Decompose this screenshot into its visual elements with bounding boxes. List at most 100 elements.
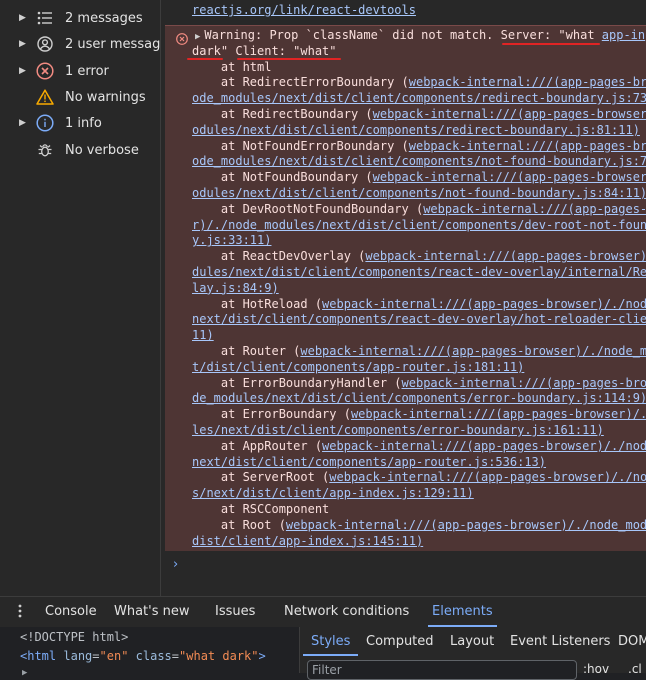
stack-frame-line: at NotFoundBoundary (webpack-internal://… [192,170,646,186]
source-link[interactable]: ode_modules/next/dist/client/components/… [192,154,646,168]
source-link[interactable]: lay.js:84:9) [192,281,279,295]
source-link[interactable]: webpack-internal:///(app-pages-browser)/… [300,344,646,358]
source-link[interactable]: webpack-internal:///(app-pages-browser)/… [286,518,646,532]
expand-arrow-icon[interactable]: ▶ [19,66,26,76]
source-link[interactable]: dules/next/dist/client/components/react-… [192,265,646,279]
line-text: at Router ( [192,344,301,358]
tab-network-conditions[interactable]: Network conditions [284,597,409,627]
source-link[interactable]: next/dist/client/components/react-dev-ov… [192,312,646,326]
stack-frame-line: ode_modules/next/dist/client/components/… [192,91,646,107]
dom-tag-name: html [27,649,57,663]
source-link[interactable]: webpack-internal:///(app-pages-browser) [365,249,646,263]
source-link[interactable]: webpack-internal:///(app-pages-browser)/… [322,439,646,453]
class-toggle[interactable]: .cl [628,662,642,676]
tab-issues[interactable]: Issues [215,597,255,627]
sidebar-item-verbose[interactable]: No verbose [0,137,160,163]
stack-frame-line: dist/client/app-index.js:145:11) [192,534,423,550]
source-link[interactable]: y.js:33:11) [192,233,271,247]
stack-frame-line: odules/next/dist/client/components/not-f… [192,186,646,202]
hover-state-toggle[interactable]: :hov [583,662,609,676]
source-link[interactable]: next/dist/client/components/app-router.j… [192,455,546,469]
red-annotation-underline [502,43,600,45]
stack-frame-line: at Root (webpack-internal:///(app-pages-… [192,518,646,534]
stack-frame-line: s/next/dist/client/app-index.js:129:11) [192,486,474,502]
source-link[interactable]: dist/client/app-index.js:145:11) [192,534,423,548]
stack-frame-line: odules/next/dist/client/components/redir… [192,123,640,139]
source-link[interactable]: t/dist/client/components/app-router.js:1… [192,360,524,374]
bug-icon [36,141,54,159]
info-icon [36,114,54,132]
line-text: at RedirectBoundary ( [192,107,373,121]
source-link[interactable]: webpack-internal:///(app-pages-bro [402,376,646,390]
warning-triangle-icon [36,88,54,106]
console-output: reactjs.org/link/react-devtools ▶ Warning… [161,0,646,596]
source-link[interactable]: webpack-internal:///(app-pages-browser [373,170,646,184]
dom-html-node[interactable]: <html lang="en" class="what dark"> [20,649,266,663]
tab-elements[interactable]: Elements [428,597,497,627]
tab-dom[interactable]: DOM [618,627,646,656]
stack-frame-line: y.js:33:11) [192,233,271,249]
stack-frame-line: ode_modules/next/dist/client/components/… [192,154,646,170]
more-menu-icon[interactable] [18,603,22,623]
red-annotation-underline [237,58,341,60]
error-message: ▶ Warning: Prop `className` did not match… [165,25,646,551]
source-link[interactable]: r)/./node_modules/next/dist/client/compo… [192,218,646,232]
dom-expand-arrow-icon[interactable]: ▶ [22,668,27,678]
source-link[interactable]: odules/next/dist/client/components/redir… [192,123,640,137]
line-text: at Root ( [192,517,286,532]
source-link[interactable]: les/next/dist/client/components/error-bo… [192,423,604,437]
line-text: at NotFoundErrorBoundary ( [192,138,409,153]
stack-frame-line: next/dist/client/components/react-dev-ov… [192,312,646,328]
source-link[interactable]: app-in [602,28,645,42]
sidebar-item-info[interactable]: ▶ 1 info [0,110,160,136]
styles-filter-input[interactable]: Filter [307,660,577,680]
source-link[interactable]: webpack-internal:///(app-pages-br [409,75,646,89]
stack-frame-line: at NotFoundErrorBoundary (webpack-intern… [192,139,646,155]
line-text: at AppRouter ( [192,438,323,453]
line-text: at RedirectErrorBoundary ( [192,75,409,90]
drawer-tabbar: Console What's new Issues Network condit… [0,596,646,628]
expand-arrow-icon[interactable]: ▶ [19,13,26,23]
tab-event-listeners[interactable]: Event Listeners [510,627,610,656]
source-link[interactable]: odules/next/dist/client/components/not-f… [192,186,646,200]
source-link[interactable]: webpack-internal:///(app-pages- [423,202,646,216]
line-text: at NotFoundBoundary ( [192,170,373,185]
sidebar-item-errors[interactable]: ▶ 1 error [0,58,160,84]
stack-frame-line: dules/next/dist/client/components/react-… [192,265,646,281]
stack-frame-line: next/dist/client/components/app-router.j… [192,455,546,471]
stack-frame-line: at ErrorBoundaryHandler (webpack-interna… [192,376,646,392]
source-link[interactable]: 11) [192,328,214,342]
line-text: at HotReload ( [192,296,323,311]
dom-doctype[interactable]: <!DOCTYPE html> [20,630,128,644]
stack-frame-line: r)/./node_modules/next/dist/client/compo… [192,218,646,234]
sidebar-item-user-messages[interactable]: ▶ 2 user messag... [0,31,160,57]
tab-computed[interactable]: Computed [366,627,434,656]
source-link[interactable]: webpack-internal:///(app-pages-browser)/… [322,297,646,311]
expand-caret-icon[interactable]: ▶ [195,32,200,42]
source-link[interactable]: de_modules/next/dist/client/components/e… [192,391,646,405]
line-text: at ReactDevOverlay ( [192,249,366,264]
expand-arrow-icon[interactable]: ▶ [19,118,26,128]
sidebar-item-label: 2 user messag... [65,36,160,52]
user-circle-icon [36,35,54,53]
source-link[interactable]: webpack-internal:///(app-pages-browser)/… [351,407,646,421]
sidebar-item-label: 1 error [65,63,109,79]
stack-frame-line: lay.js:84:9) [192,281,279,297]
sidebar-item-messages[interactable]: ▶ 2 messages [0,5,160,31]
react-devtools-link[interactable]: reactjs.org/link/react-devtools [192,3,416,17]
tab-layout[interactable]: Layout [450,627,494,656]
tab-styles[interactable]: Styles [302,627,359,656]
source-link[interactable]: webpack-internal:///(app-pages-br [409,139,646,153]
tab-console[interactable]: Console [45,597,97,627]
source-link[interactable]: s/next/dist/client/app-index.js:129:11) [192,486,474,500]
console-prompt[interactable]: › [173,557,178,572]
sidebar-item-warnings[interactable]: No warnings [0,84,160,110]
stack-frame-line: at ReactDevOverlay (webpack-internal:///… [192,249,646,265]
source-link[interactable]: webpack-internal:///(app-pages-browser)/… [329,470,646,484]
stack-frame-line: at ErrorBoundary (webpack-internal:///(a… [192,407,646,423]
expand-arrow-icon[interactable]: ▶ [19,39,26,49]
tab-whats-new[interactable]: What's new [114,597,190,627]
source-link[interactable]: ode_modules/next/dist/client/components/… [192,91,646,105]
source-link[interactable]: webpack-internal:///(app-pages-browser [373,107,646,121]
stack-frame-line: t/dist/client/components/app-router.js:1… [192,360,524,376]
